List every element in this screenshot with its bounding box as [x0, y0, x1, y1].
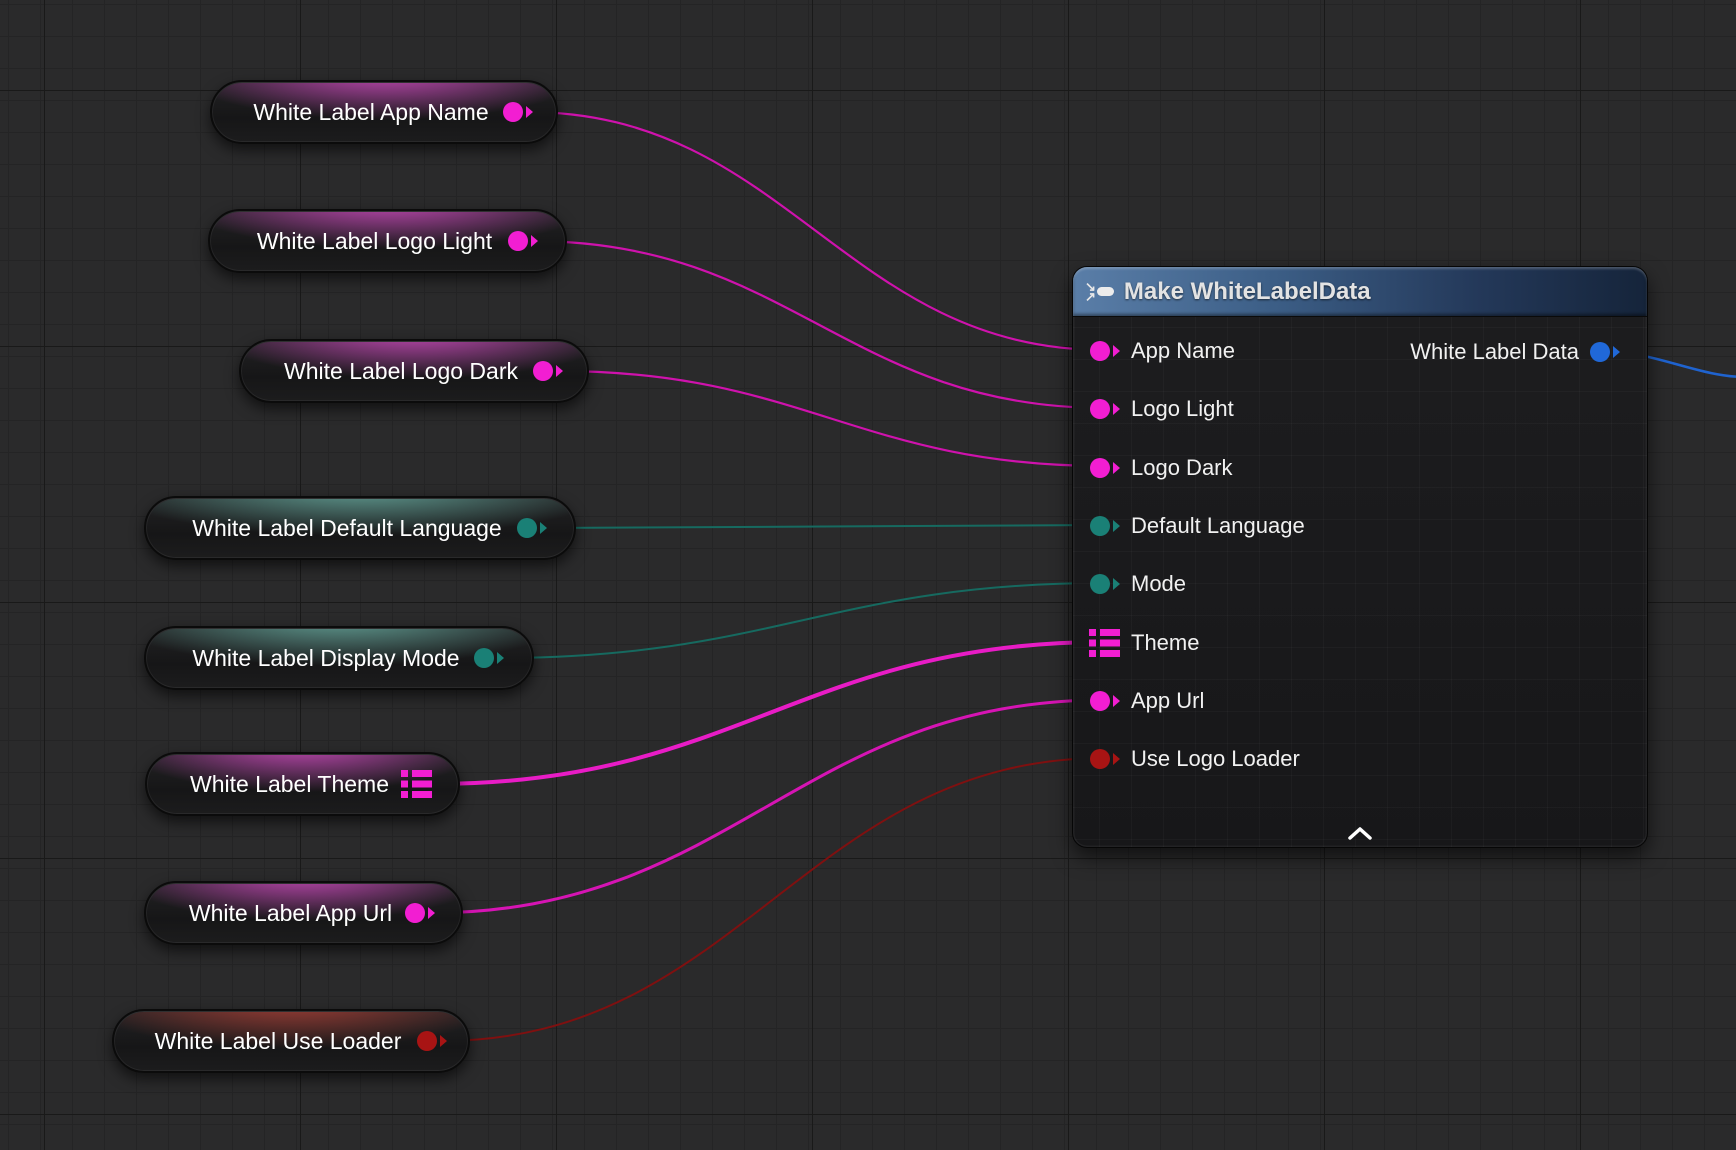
input-pin-row-default-language: Default Language [1089, 511, 1305, 541]
white-label-display-mode-output-pin[interactable] [473, 646, 505, 670]
getter-node-label: White Label Logo Dark [284, 358, 518, 385]
input-pin-label: Mode [1131, 571, 1186, 597]
getter-node-white-label-app-name[interactable]: White Label App Name [210, 80, 558, 144]
app-url-input-pin[interactable] [1089, 689, 1121, 713]
collapse-pins-chevron[interactable] [1347, 827, 1373, 841]
getter-node-label: White Label App Url [189, 900, 392, 927]
getter-node-white-label-display-mode[interactable]: White Label Display Mode [144, 626, 534, 690]
getter-node-label: White Label Theme [190, 771, 389, 798]
white-label-app-url-output-pin[interactable] [404, 901, 436, 925]
input-pin-row-use-logo-loader: Use Logo Loader [1089, 744, 1300, 774]
getter-node-label: White Label Display Mode [192, 645, 459, 672]
make-struct-icon-arrows: ↘↗ [1085, 282, 1096, 302]
input-pin-label: App Url [1131, 688, 1204, 714]
white-label-default-language-output-pin[interactable] [516, 516, 548, 540]
input-pin-row-logo-light: Logo Light [1089, 394, 1234, 424]
app-name-input-pin[interactable] [1089, 339, 1121, 363]
getter-node-label: White Label App Name [253, 99, 488, 126]
getter-node-white-label-use-loader[interactable]: White Label Use Loader [112, 1009, 470, 1073]
use-logo-loader-input-pin[interactable] [1089, 747, 1121, 771]
white-label-logo-light-output-pin[interactable] [507, 229, 539, 253]
getter-node-white-label-logo-dark[interactable]: White Label Logo Dark [239, 339, 589, 403]
input-pin-row-logo-dark: Logo Dark [1089, 453, 1233, 483]
getter-node-white-label-logo-light[interactable]: White Label Logo Light [208, 209, 567, 273]
make-struct-icon-pill [1097, 287, 1114, 296]
getter-node-white-label-default-language[interactable]: White Label Default Language [144, 496, 576, 560]
getter-node-label: White Label Default Language [192, 515, 501, 542]
white-label-logo-dark-output-pin[interactable] [532, 359, 564, 383]
white-label-app-name-output-pin[interactable] [502, 100, 534, 124]
default-language-input-pin[interactable] [1089, 514, 1121, 538]
input-pin-row-app-url: App Url [1089, 686, 1204, 716]
input-pin-label: Theme [1131, 630, 1199, 656]
getter-node-white-label-theme[interactable]: White Label Theme [145, 752, 460, 816]
make-node-header[interactable]: ↘↗ Make WhiteLabelData [1073, 267, 1647, 317]
input-pin-label: Logo Dark [1131, 455, 1233, 481]
logo-dark-input-pin[interactable] [1089, 456, 1121, 480]
theme-input-pin[interactable] [1089, 629, 1121, 657]
input-pin-label: Default Language [1131, 513, 1305, 539]
make-whitelabeldata-node[interactable]: ↘↗ Make WhiteLabelData App Name Logo Light L… [1072, 266, 1648, 848]
make-struct-icon: ↘↗ [1085, 282, 1114, 302]
getter-node-white-label-app-url[interactable]: White Label App Url [144, 881, 463, 945]
getter-node-label: White Label Use Loader [155, 1028, 402, 1055]
blueprint-graph-canvas[interactable]: White Label App Name White Label Logo Lig… [0, 0, 1736, 1150]
input-pin-label: Logo Light [1131, 396, 1234, 422]
output-pin-label: White Label Data [1410, 339, 1579, 365]
white-label-theme-output-pin[interactable] [401, 770, 433, 798]
input-pin-label: Use Logo Loader [1131, 746, 1300, 772]
output-pin-row: White Label Data [1410, 337, 1621, 367]
white-label-use-loader-output-pin[interactable] [416, 1029, 448, 1053]
make-node-title: Make WhiteLabelData [1124, 278, 1371, 306]
getter-node-label: White Label Logo Light [257, 228, 492, 255]
input-pin-label: App Name [1131, 338, 1235, 364]
input-pin-row-theme: Theme [1089, 628, 1199, 658]
logo-light-input-pin[interactable] [1089, 397, 1121, 421]
input-pin-row-mode: Mode [1089, 569, 1186, 599]
white-label-data-output-pin[interactable] [1589, 340, 1621, 364]
node-layer: White Label App Name White Label Logo Lig… [0, 0, 1736, 1150]
input-pin-row-app-name: App Name [1089, 336, 1235, 366]
mode-input-pin[interactable] [1089, 572, 1121, 596]
